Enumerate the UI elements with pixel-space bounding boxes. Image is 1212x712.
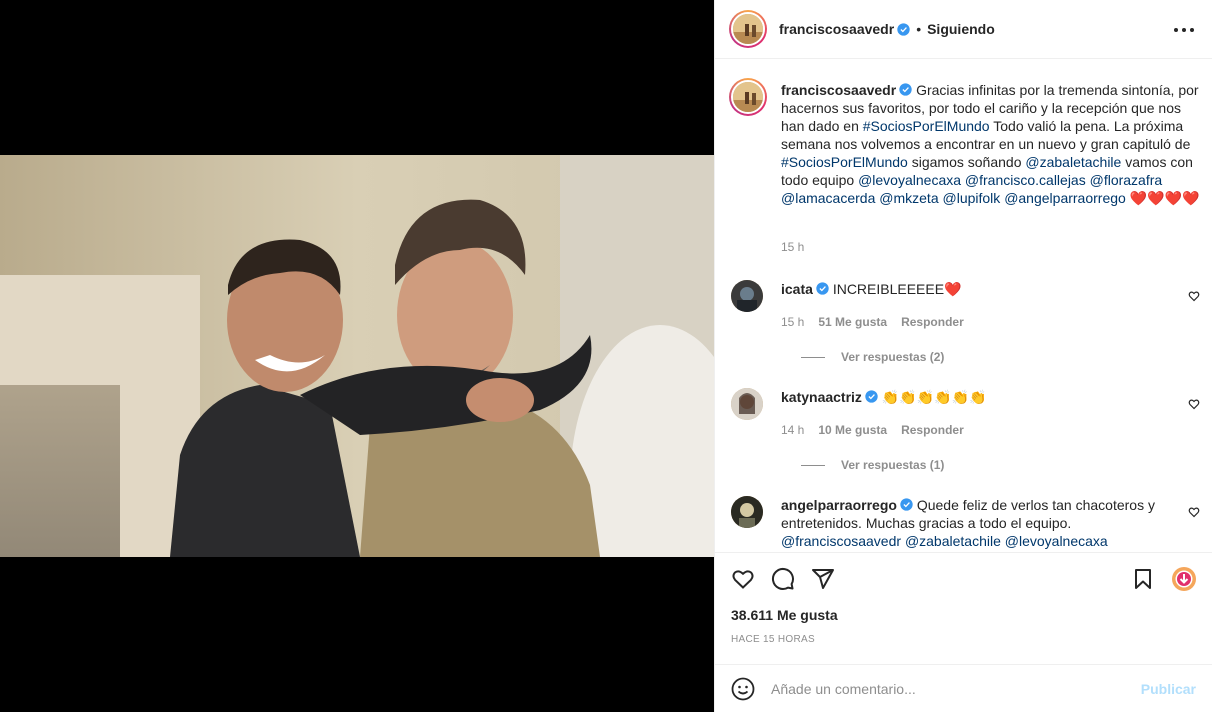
- like-comment-icon[interactable]: [1188, 506, 1200, 518]
- mention-link[interactable]: @francisco.callejas: [965, 172, 1086, 188]
- comment-text: icata INCREIBLEEEEE❤️: [781, 280, 1176, 298]
- hashtag-link[interactable]: #SociosPorElMundo: [863, 118, 990, 134]
- mention-link[interactable]: @mkzeta: [879, 190, 938, 206]
- replies-line: [801, 356, 825, 358]
- comment-meta: 15 h 51 Me gusta Responder: [781, 315, 964, 329]
- comment-item: angelparraorrego Quede feliz de verlos t…: [731, 496, 1200, 552]
- mention-link[interactable]: @levoyalnecaxa: [1005, 533, 1108, 549]
- separator-dot: •: [916, 21, 922, 37]
- comment-icon[interactable]: [771, 567, 795, 591]
- send-icon[interactable]: [811, 567, 835, 591]
- post-sidebar: franciscosaavedr • Siguiendo franciscosa…: [714, 0, 1212, 712]
- caption-author-avatar[interactable]: [729, 78, 767, 116]
- post-actions-bar: [715, 552, 1212, 608]
- like-comment-icon[interactable]: [1188, 398, 1200, 410]
- comment-likes[interactable]: 51 Me gusta: [818, 315, 887, 329]
- mention-link[interactable]: @lamacacerda: [781, 190, 875, 206]
- caption-time[interactable]: 15 h: [781, 240, 804, 254]
- caption-text-3: sigamos soñando: [911, 154, 1022, 170]
- following-button[interactable]: Siguiendo: [927, 21, 995, 37]
- mention-link[interactable]: @angelparraorrego: [1004, 190, 1126, 206]
- comment-username[interactable]: icata: [781, 281, 813, 297]
- author-avatar[interactable]: [729, 10, 767, 48]
- comment-body: INCREIBLEEEEE❤️: [832, 281, 962, 297]
- more-options-icon[interactable]: [1174, 20, 1194, 40]
- post-header: franciscosaavedr • Siguiendo: [715, 0, 1212, 59]
- verified-badge-icon: [865, 390, 878, 403]
- photo-illustration: [0, 155, 714, 557]
- commenter-avatar[interactable]: [731, 496, 763, 528]
- reply-button[interactable]: Responder: [901, 315, 964, 329]
- mention-link[interactable]: @florazafra: [1090, 172, 1163, 188]
- post-photo[interactable]: [0, 155, 714, 557]
- comment-time[interactable]: 14 h: [781, 423, 804, 437]
- post-media[interactable]: [0, 0, 714, 712]
- comment-meta: 14 h 10 Me gusta Responder: [781, 423, 964, 437]
- caption-username[interactable]: franciscosaavedr: [781, 82, 896, 98]
- commenter-avatar[interactable]: [731, 388, 763, 420]
- caption-row: franciscosaavedr Gracias infinitas por l…: [729, 78, 1200, 254]
- mention-link[interactable]: @levoyalnecaxa: [858, 172, 961, 188]
- comment-input[interactable]: Añade un comentario...: [771, 681, 1141, 697]
- heart-emojis: ❤️❤️❤️❤️: [1129, 190, 1200, 206]
- reply-button[interactable]: Responder: [901, 423, 964, 437]
- comment-item: katynaactriz 👏👏👏👏👏👏 14 h 10 Me gusta Respo…: [731, 388, 1200, 478]
- comment-likes[interactable]: 10 Me gusta: [818, 423, 887, 437]
- bookmark-icon[interactable]: [1131, 567, 1155, 591]
- verified-badge-icon: [899, 83, 912, 96]
- view-replies-button[interactable]: Ver respuestas (2): [801, 350, 944, 364]
- view-replies-label: Ver respuestas (2): [841, 350, 945, 364]
- comment-time[interactable]: 15 h: [781, 315, 804, 329]
- mention-link[interactable]: @zabaletachile: [905, 533, 1001, 549]
- likes-count[interactable]: 38.611 Me gusta: [731, 607, 838, 623]
- comment-body: 👏👏👏👏👏👏: [881, 389, 987, 405]
- comment-username[interactable]: katynaactriz: [781, 389, 862, 405]
- mention-link[interactable]: @franciscosaavedr: [781, 533, 901, 549]
- add-comment-bar: Añade un comentario... Publicar: [715, 664, 1212, 712]
- replies-line: [801, 464, 825, 466]
- like-comment-icon[interactable]: [1188, 290, 1200, 302]
- commenter-avatar[interactable]: [731, 280, 763, 312]
- author-username[interactable]: franciscosaavedr: [779, 21, 894, 37]
- verified-badge-icon: [897, 22, 910, 36]
- view-replies-button[interactable]: Ver respuestas (1): [801, 458, 944, 472]
- comment-username[interactable]: angelparraorrego: [781, 497, 897, 513]
- verified-badge-icon: [900, 498, 913, 511]
- caption-text: franciscosaavedr Gracias infinitas por l…: [781, 81, 1200, 207]
- comments-list[interactable]: franciscosaavedr Gracias infinitas por l…: [715, 60, 1212, 552]
- mention-link[interactable]: @lupifolk: [943, 190, 1001, 206]
- publish-button[interactable]: Publicar: [1141, 681, 1196, 697]
- download-icon[interactable]: [1171, 566, 1197, 592]
- view-replies-label: Ver respuestas (1): [841, 458, 945, 472]
- hashtag-link[interactable]: #SociosPorElMundo: [781, 154, 908, 170]
- mention-link[interactable]: @zabaletachile: [1025, 154, 1121, 170]
- emoji-icon[interactable]: [731, 677, 755, 701]
- comment-text: angelparraorrego Quede feliz de verlos t…: [781, 496, 1176, 550]
- comment-text: katynaactriz 👏👏👏👏👏👏: [781, 388, 1176, 406]
- verified-badge-icon: [816, 282, 829, 295]
- heart-icon[interactable]: [731, 567, 755, 591]
- comment-item: icata INCREIBLEEEEE❤️ 15 h 51 Me gusta Res…: [731, 280, 1200, 370]
- post-time[interactable]: HACE 15 HORAS: [731, 634, 815, 645]
